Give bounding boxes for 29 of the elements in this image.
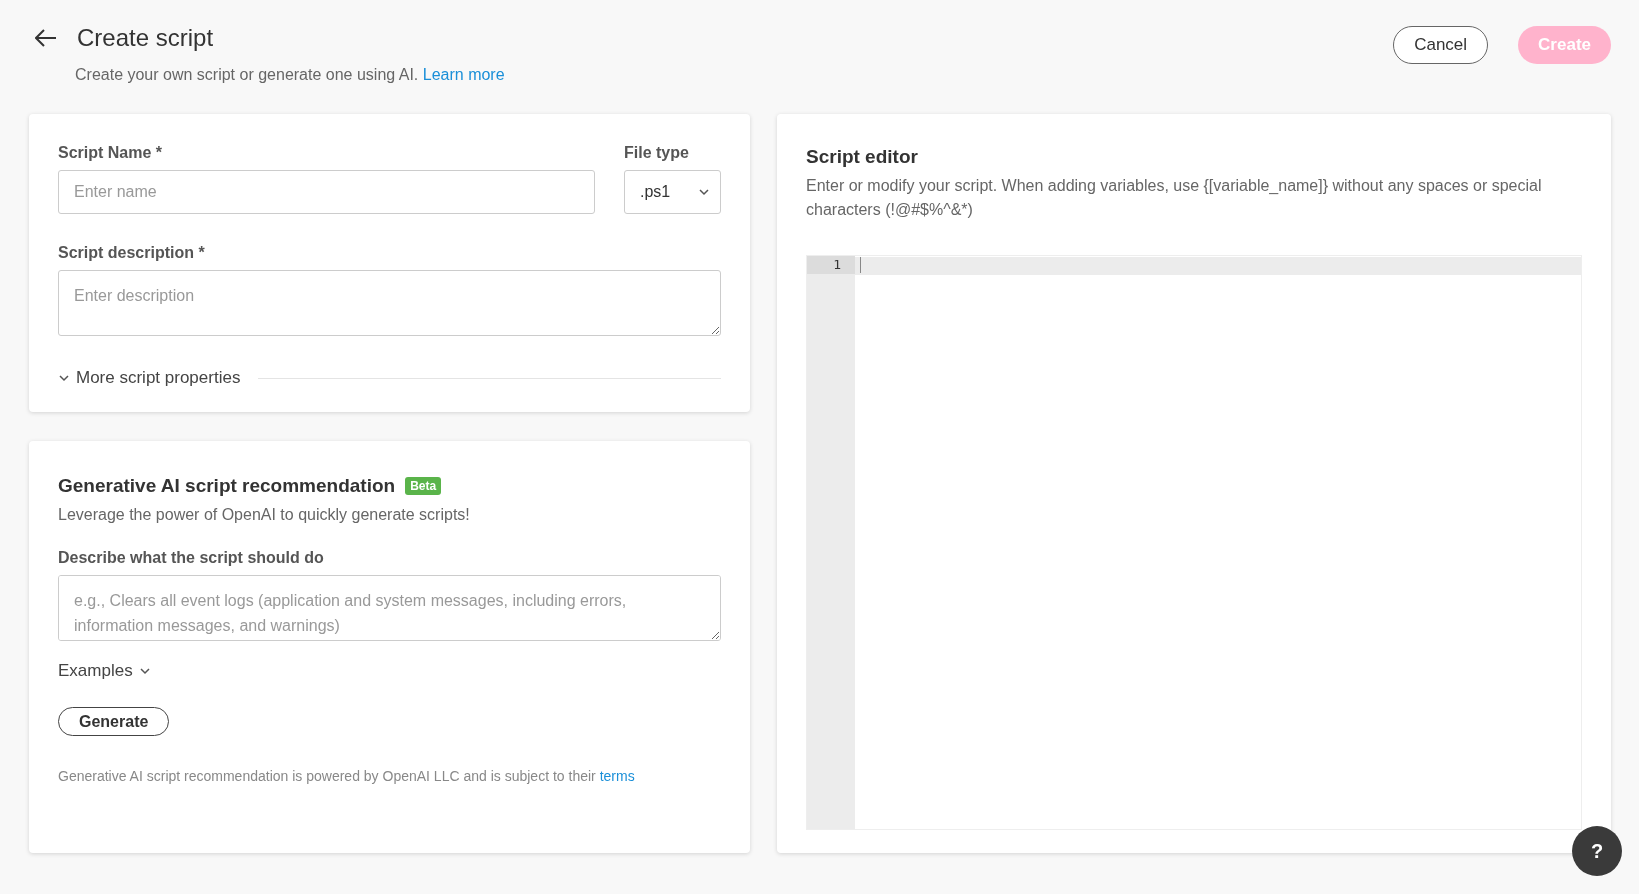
text-cursor	[860, 257, 861, 273]
section-title: Script editor	[806, 146, 919, 168]
line-number: 1	[807, 256, 855, 274]
cancel-button[interactable]: Cancel	[1393, 26, 1489, 64]
page-title: Create script	[77, 24, 214, 52]
more-properties-toggle[interactable]: More script properties	[58, 368, 241, 388]
chevron-down-icon	[138, 665, 151, 677]
name-input-field[interactable]: Enter name	[58, 170, 595, 214]
field-label: Describe what the script should do	[58, 549, 325, 567]
help-button[interactable]: ?	[1572, 826, 1622, 876]
beta-badge: Beta	[405, 477, 442, 495]
examples-toggle[interactable]: Examples	[58, 661, 151, 681]
field-label: Script description *	[58, 244, 206, 262]
section-title: Generative AI script recommendation	[58, 475, 396, 497]
chevron-down-icon	[58, 372, 70, 384]
back-arrow-icon[interactable]	[35, 29, 57, 47]
file-type-dropdown[interactable]: .ps1	[624, 170, 721, 214]
chevron-down-icon	[698, 186, 710, 198]
section-subtitle: Leverage the power of OpenAI to quickly generate scripts!	[58, 505, 471, 525]
field-label: Script Name *	[58, 144, 164, 162]
page-subtitle: Create your own script or generate one using AI. Learn more	[75, 66, 505, 84]
generate-button[interactable]: Generate	[58, 707, 170, 736]
terms-link[interactable]: terms	[599, 768, 635, 784]
code-editor[interactable]: 1	[806, 255, 1582, 830]
editor-description: Enter or modify your script. When adding variables, use {[variable_name]} without any spaces or special characters (!@#$%^&*)	[806, 176, 1543, 220]
description-input-field[interactable]: Enter description	[58, 270, 721, 336]
prompt-input-field[interactable]: e.g., Clears all event logs (application and system messages, including errors, information messages, and warnings)	[58, 575, 721, 641]
disclaimer-text: Generative AI script recommendation is powered by OpenAI LLC and is subject to their terms	[58, 768, 636, 784]
field-label: File type	[624, 144, 690, 162]
